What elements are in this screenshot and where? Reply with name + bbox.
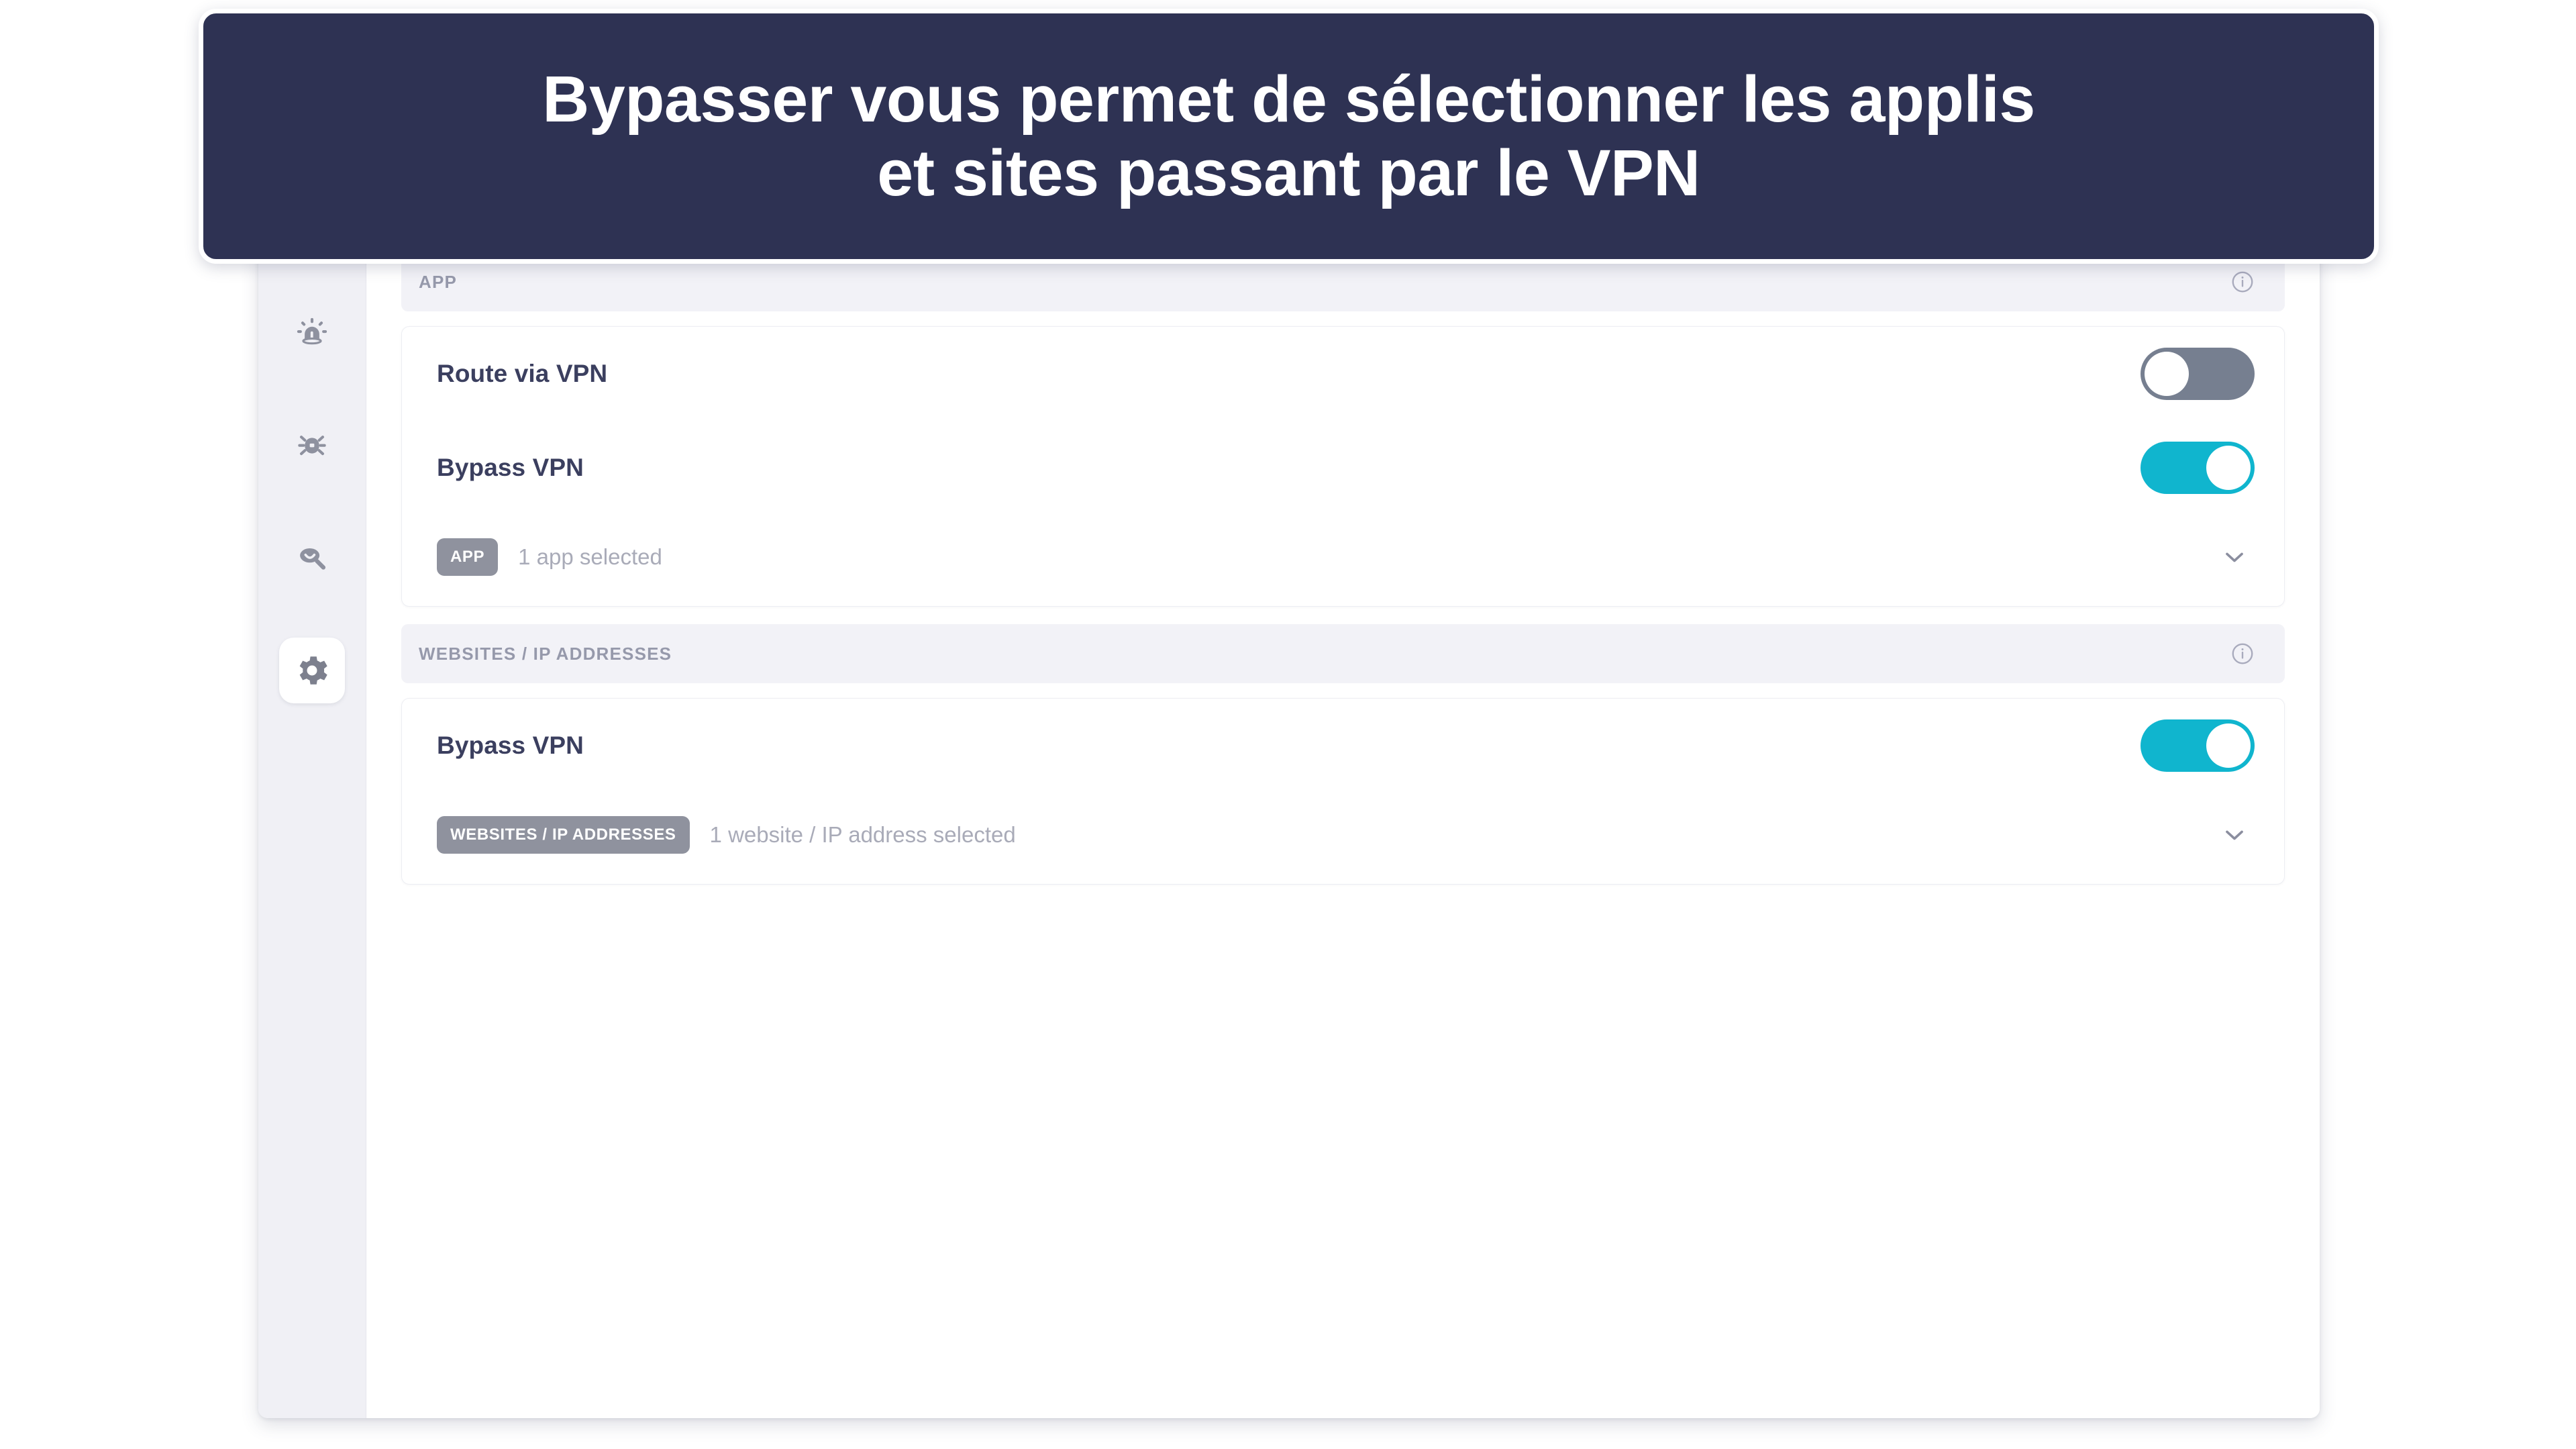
alert-siren-icon [293, 313, 331, 352]
sidebar-item-alert-siren[interactable] [279, 299, 345, 365]
section-header-label: WEBSITES / IP ADDRESSES [419, 643, 672, 664]
toggle-knob [2206, 723, 2251, 768]
section-header-websites: WEBSITES / IP ADDRESSES [401, 624, 2285, 683]
row-bypass-vpn-app: Bypass VPN [437, 421, 2255, 515]
toggle-route-via-vpn[interactable] [2141, 348, 2255, 400]
section-header-label: APP [419, 271, 458, 292]
row-route-via-vpn: Route via VPN [437, 327, 2255, 421]
sidebar-item-magnifier[interactable] [279, 525, 345, 591]
toggle-knob [2145, 352, 2189, 396]
row-bypass-vpn-websites: Bypass VPN [437, 699, 2255, 793]
chevron-down-icon[interactable] [2214, 815, 2255, 855]
gear-icon [293, 651, 331, 690]
app-window: APP Route via VPN Bypass VPN APP 1 app s… [258, 221, 2320, 1418]
app-badge: APP [437, 538, 499, 576]
row-label: Bypass VPN [437, 732, 584, 759]
toggle-knob [2206, 446, 2251, 490]
selection-row-websites[interactable]: WEBSITES / IP ADDRESSES 1 website / IP a… [437, 793, 2255, 884]
app-selection-text: 1 app selected [518, 544, 662, 569]
info-circle-icon[interactable] [2230, 641, 2255, 666]
sidebar-item-bug[interactable] [279, 412, 345, 478]
banner-line-1: Bypasser vous permet de sélectionner les… [542, 62, 2035, 136]
info-circle-icon[interactable] [2230, 269, 2255, 295]
banner-caption: Bypasser vous permet de sélectionner les… [199, 9, 2379, 264]
settings-content: APP Route via VPN Bypass VPN APP 1 app s… [366, 221, 2320, 1418]
magnifier-icon [293, 538, 331, 577]
sidebar-item-settings[interactable] [279, 638, 345, 703]
card-app: Route via VPN Bypass VPN APP 1 app selec… [401, 326, 2285, 607]
toggle-bypass-vpn-websites[interactable] [2141, 719, 2255, 772]
selection-row-app[interactable]: APP 1 app selected [437, 515, 2255, 606]
card-websites: Bypass VPN WEBSITES / IP ADDRESSES 1 web… [401, 698, 2285, 885]
chevron-down-icon[interactable] [2214, 537, 2255, 577]
row-label: Bypass VPN [437, 454, 584, 481]
row-label: Route via VPN [437, 360, 608, 387]
banner-line-2: et sites passant par le VPN [877, 136, 1700, 209]
websites-selection-text: 1 website / IP address selected [709, 822, 1016, 847]
sidebar [258, 221, 366, 1418]
toggle-bypass-vpn-app[interactable] [2141, 442, 2255, 494]
websites-badge: WEBSITES / IP ADDRESSES [437, 816, 690, 854]
bug-icon [293, 426, 331, 464]
